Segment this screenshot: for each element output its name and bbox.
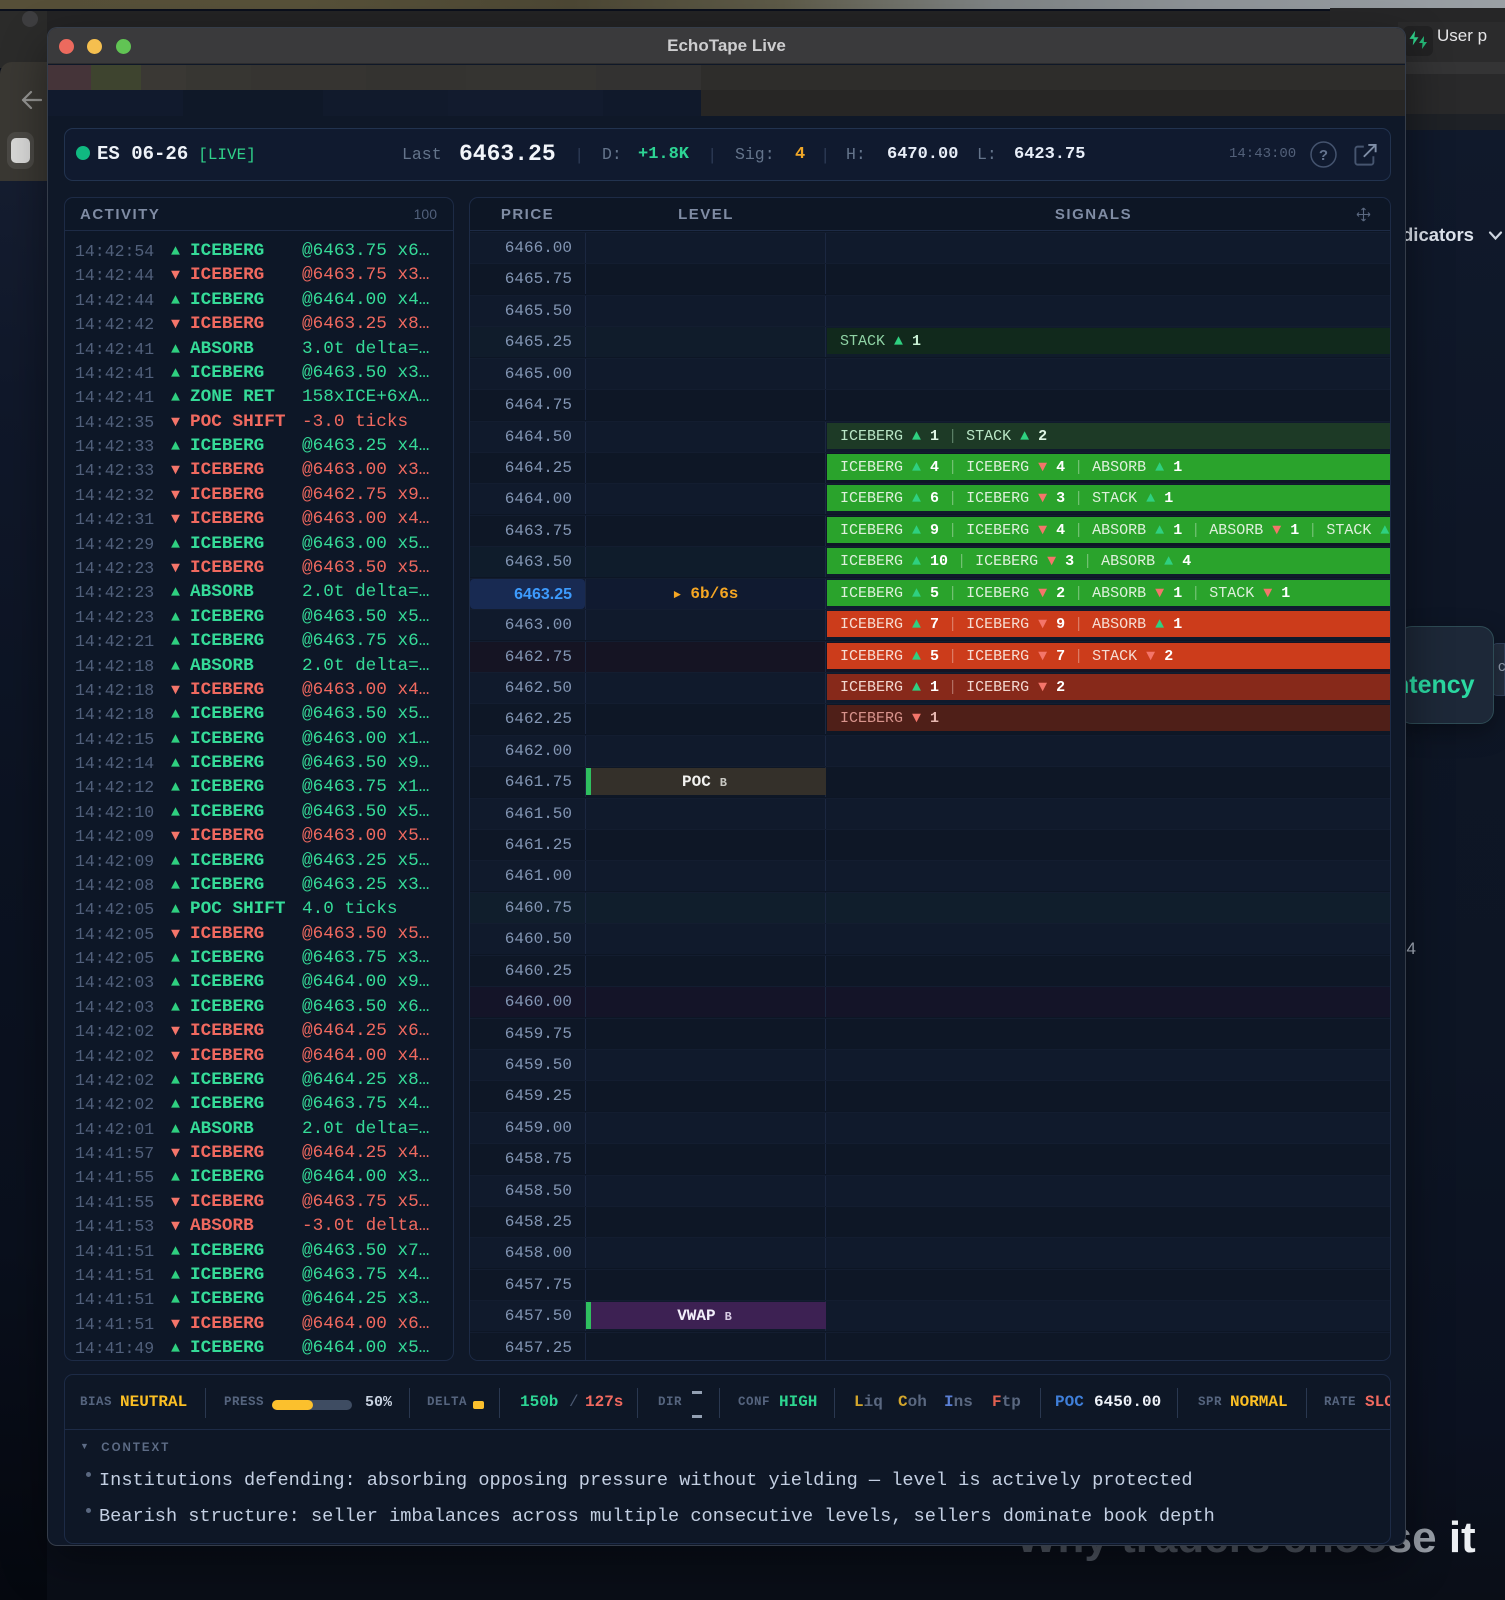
svg-text:?: ?	[1319, 147, 1328, 164]
